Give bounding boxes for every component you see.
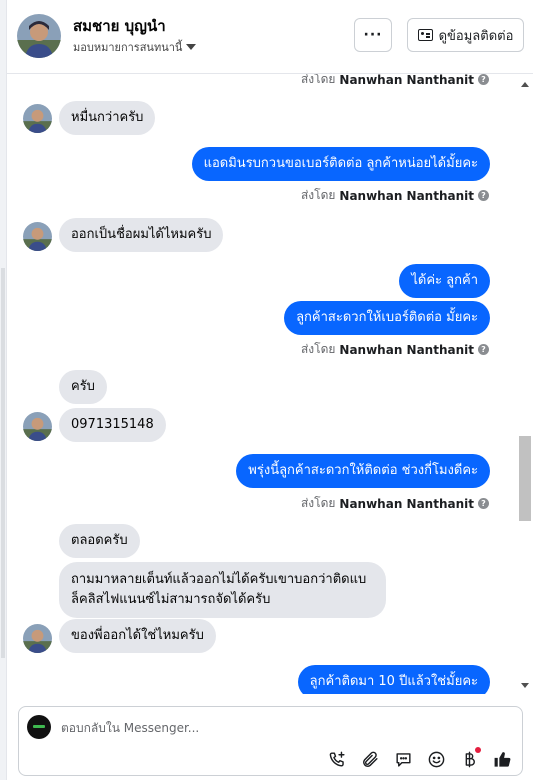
left-panel-edge	[0, 0, 7, 780]
sent-by-prefix: ส่งโดย	[300, 74, 336, 86]
message-bubble-incoming[interactable]: 0971315148	[59, 408, 166, 442]
left-panel-scrollbar[interactable]	[1, 268, 5, 658]
composer-toolbar	[327, 747, 512, 769]
message-bubble-incoming[interactable]: ครับ	[59, 370, 107, 404]
contact-avatar-small	[23, 222, 52, 251]
reply-composer	[18, 706, 523, 776]
message-bubble-outgoing[interactable]: ลูกค้าสะดวกให้เบอร์ติดต่อ มั้ยคะ	[284, 301, 490, 335]
help-icon[interactable]: ?	[478, 190, 489, 201]
contact-avatar-small	[23, 624, 52, 653]
sent-by-name: Nanwhan Nanthanit	[339, 188, 474, 203]
sent-by-name: Nanwhan Nanthanit	[339, 496, 474, 511]
contact-card-icon	[417, 29, 433, 41]
reply-input[interactable]	[61, 717, 481, 739]
message-bubble-outgoing[interactable]: พรุ่งนี้ลูกค้าสะดวกให้ติดต่อ ช่วงกี่โมงด…	[236, 454, 490, 488]
contact-avatar-small	[23, 412, 52, 441]
message-bubble-incoming[interactable]: ของพี่ออกได้ใช่ไหมครับ	[59, 619, 216, 653]
notification-dot	[475, 747, 481, 753]
message-bubble-incoming[interactable]: หมื่นกว่าครับ	[59, 101, 156, 135]
contact-avatar-small	[23, 104, 52, 133]
message-list: ส่งโดย Nanwhan Nanthanit ? หมื่นกว่าครับ…	[7, 74, 517, 694]
emoji-icon[interactable]	[426, 749, 446, 769]
assign-label: มอบหมายการสนทนานี้	[73, 41, 183, 54]
message-bubble-incoming[interactable]: ถามมาหลายเต็นท์แล้วออกไม่ได้ครับเขาบอกว่…	[59, 562, 386, 618]
scroll-thumb[interactable]	[519, 436, 531, 521]
sent-by-name: Nanwhan Nanthanit	[339, 74, 474, 87]
phone-plus-icon[interactable]	[327, 749, 347, 769]
assign-conversation-dropdown[interactable]: มอบหมายการสนทนานี้	[73, 38, 197, 56]
thumbs-up-icon[interactable]	[492, 749, 512, 769]
sent-by-prefix: ส่งโดย	[300, 342, 336, 356]
message-bubble-outgoing[interactable]: แอดมินรบกวนขอเบอร์ติดต่อ ลูกค้าหน่อยได้ม…	[191, 147, 490, 181]
view-contact-button[interactable]: ดูข้อมูลติดต่อ	[407, 18, 524, 52]
sent-by-line: ส่งโดย Nanwhan Nanthanit ?	[301, 494, 489, 513]
saved-reply-icon[interactable]	[393, 749, 413, 769]
more-options-button[interactable]: ···	[354, 18, 392, 52]
help-icon[interactable]: ?	[478, 344, 489, 355]
sent-by-line: ส่งโดย Nanwhan Nanthanit ?	[301, 340, 489, 359]
contact-avatar[interactable]	[17, 14, 61, 58]
view-contact-label: ดูข้อมูลติดต่อ	[438, 28, 514, 44]
help-icon[interactable]: ?	[478, 74, 489, 85]
caret-down-icon	[186, 44, 197, 50]
message-bubble-incoming[interactable]: ตลอดครับ	[59, 524, 140, 558]
sent-by-line: ส่งโดย Nanwhan Nanthanit ?	[301, 186, 489, 205]
conversation-header: สมชาย บุญนำ มอบหมายการสนทนานี้ ··· ดูข้อ…	[7, 0, 533, 74]
message-bubble-outgoing[interactable]: ได้ค่ะ ลูกค้า	[399, 264, 490, 298]
sent-by-prefix: ส่งโดย	[300, 496, 336, 510]
baht-icon[interactable]	[459, 747, 481, 769]
message-scrollbar[interactable]	[517, 74, 533, 694]
paperclip-icon[interactable]	[360, 749, 380, 769]
page-avatar	[27, 715, 51, 739]
sent-by-prefix: ส่งโดย	[300, 188, 336, 202]
scroll-up-arrow-icon[interactable]	[521, 82, 529, 87]
sent-by-line: ส่งโดย Nanwhan Nanthanit ?	[301, 74, 489, 89]
scroll-down-arrow-icon[interactable]	[521, 683, 529, 688]
contact-name[interactable]: สมชาย บุญนำ	[73, 14, 166, 38]
sent-by-name: Nanwhan Nanthanit	[339, 342, 474, 357]
message-bubble-outgoing[interactable]: ลูกค้าติดมา 10 ปีแล้วใช่มั้ยคะ	[297, 665, 490, 694]
message-bubble-incoming[interactable]: ออกเป็นชื่อผมได้ไหมครับ	[59, 218, 224, 252]
help-icon[interactable]: ?	[478, 498, 489, 509]
